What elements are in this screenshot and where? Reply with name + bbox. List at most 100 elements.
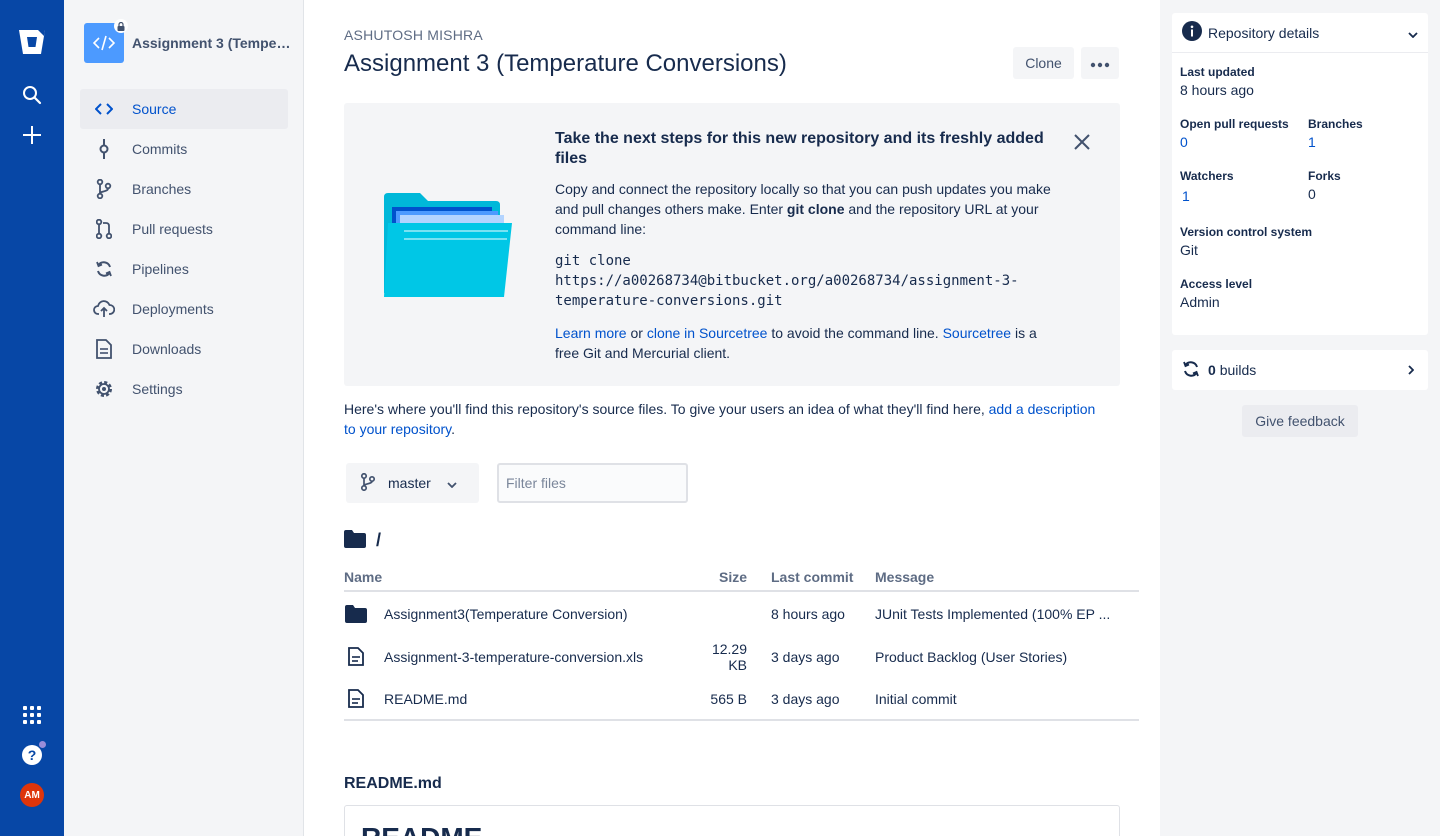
builds-icon bbox=[1182, 360, 1200, 381]
more-icon bbox=[1090, 55, 1110, 71]
app-switcher-icon[interactable] bbox=[16, 699, 48, 731]
banner-body: Copy and connect the repository locally … bbox=[555, 181, 1051, 237]
deployments-icon bbox=[92, 297, 116, 321]
open-prs-label: Open pull requests bbox=[1180, 117, 1289, 131]
repo-avatar bbox=[84, 19, 128, 63]
readme-heading: README bbox=[361, 822, 482, 836]
sidebar-nav: Source Commits Branches Pull requests Pi… bbox=[80, 89, 288, 409]
project-sidebar: Assignment 3 (Temperature Conversions) S… bbox=[64, 0, 304, 836]
vcs-value: Git bbox=[1180, 242, 1198, 258]
breadcrumb: / bbox=[344, 530, 381, 551]
more-actions-button[interactable] bbox=[1081, 47, 1119, 79]
details-toggle[interactable]: Repository details bbox=[1172, 13, 1428, 53]
file-table: Name Size Last commit Message Assignment… bbox=[344, 566, 1139, 721]
path-root[interactable]: / bbox=[376, 530, 381, 551]
readme-content: README bbox=[344, 805, 1120, 836]
sidebar-item-commits[interactable]: Commits bbox=[80, 129, 288, 169]
folder-illustration-icon bbox=[384, 193, 512, 300]
user-avatar[interactable]: AM bbox=[16, 779, 48, 811]
repository-details-panel: Repository details Last updated 8 hours … bbox=[1160, 0, 1440, 836]
repo-header[interactable]: Assignment 3 (Temperature Conversions) bbox=[84, 19, 292, 63]
file-last-commit: 3 days ago bbox=[771, 648, 840, 665]
watchers-label: Watchers bbox=[1180, 169, 1234, 183]
help-icon[interactable]: ? bbox=[16, 739, 48, 771]
details-title: Repository details bbox=[1208, 24, 1320, 41]
give-feedback-button[interactable]: Give feedback bbox=[1242, 405, 1358, 437]
table-row[interactable]: Assignment-3-temperature-conversion.xls … bbox=[344, 635, 1139, 678]
branches-label: Branches bbox=[1308, 117, 1363, 131]
file-icon bbox=[344, 647, 368, 666]
sourcetree-link[interactable]: Sourcetree bbox=[943, 325, 1011, 341]
notification-dot bbox=[39, 741, 46, 748]
col-name: Name bbox=[344, 569, 383, 585]
sidebar-item-label: Deployments bbox=[132, 301, 214, 317]
settings-icon bbox=[92, 377, 116, 401]
create-icon[interactable] bbox=[16, 119, 48, 151]
builds-card[interactable]: 0 builds bbox=[1172, 350, 1428, 390]
sidebar-item-source[interactable]: Source bbox=[80, 89, 288, 129]
banner-title: Take the next steps for this new reposit… bbox=[555, 130, 1044, 167]
table-row[interactable]: README.md 565 B 3 days ago Initial commi… bbox=[344, 678, 1139, 721]
page-title: Assignment 3 (Temperature Conversions) bbox=[344, 50, 787, 77]
last-updated-label: Last updated bbox=[1180, 65, 1255, 79]
pipelines-icon bbox=[92, 257, 116, 281]
file-name[interactable]: Assignment-3-temperature-conversion.xls bbox=[384, 649, 643, 665]
branch-icon bbox=[360, 472, 376, 494]
clone-command[interactable]: git clone https://a00268734@bitbucket.or… bbox=[555, 251, 1075, 311]
sidebar-item-label: Commits bbox=[132, 141, 188, 157]
col-message: Message bbox=[875, 569, 935, 585]
sidebar-item-label: Branches bbox=[132, 181, 192, 197]
sidebar-item-label: Pull requests bbox=[132, 221, 213, 237]
chevron-down-icon bbox=[447, 475, 457, 491]
folder-icon bbox=[344, 604, 368, 623]
sidebar-item-downloads[interactable]: Downloads bbox=[80, 329, 288, 369]
banner-footer: Learn more or clone in Sourcetree to avo… bbox=[555, 325, 1037, 361]
table-row[interactable]: Assignment3(Temperature Conversion) 8 ho… bbox=[344, 592, 1139, 635]
sidebar-item-label: Downloads bbox=[132, 341, 202, 357]
main-content: ASHUTOSH MISHRA Assignment 3 (Temperatur… bbox=[304, 0, 1160, 836]
commit-icon bbox=[92, 137, 116, 161]
repo-name: Assignment 3 (Temperature Conversions) bbox=[132, 35, 292, 51]
sidebar-item-pull-requests[interactable]: Pull requests bbox=[80, 209, 288, 249]
sidebar-item-label: Pipelines bbox=[132, 261, 189, 277]
open-prs-value[interactable]: 0 bbox=[1180, 134, 1188, 150]
sidebar-item-branches[interactable]: Branches bbox=[80, 169, 288, 209]
filter-files-input[interactable] bbox=[497, 463, 688, 503]
clone-in-sourcetree-link[interactable]: clone in Sourcetree bbox=[647, 325, 768, 341]
file-last-commit: 3 days ago bbox=[771, 690, 840, 707]
search-icon[interactable] bbox=[16, 79, 48, 111]
file-size: 565 B bbox=[710, 690, 747, 707]
svg-text:?: ? bbox=[28, 747, 37, 763]
col-size: Size bbox=[718, 569, 747, 585]
downloads-icon bbox=[92, 337, 116, 361]
learn-more-link[interactable]: Learn more bbox=[555, 325, 627, 341]
chevron-right-icon bbox=[1408, 362, 1415, 378]
last-updated-value: 8 hours ago bbox=[1180, 82, 1254, 98]
sidebar-item-settings[interactable]: Settings bbox=[80, 369, 288, 409]
branch-selector[interactable]: master bbox=[346, 463, 479, 503]
watchers-value[interactable]: 1 bbox=[1182, 188, 1190, 204]
file-last-commit: 8 hours ago bbox=[771, 605, 845, 622]
file-table-header: Name Size Last commit Message bbox=[344, 566, 1139, 592]
readme-title: README.md bbox=[344, 775, 442, 792]
sidebar-item-label: Source bbox=[132, 101, 177, 117]
repo-owner[interactable]: ASHUTOSH MISHRA bbox=[344, 27, 483, 43]
global-nav: ? AM bbox=[0, 0, 64, 836]
file-name[interactable]: Assignment3(Temperature Conversion) bbox=[384, 606, 628, 622]
sidebar-item-deployments[interactable]: Deployments bbox=[80, 289, 288, 329]
chevron-down-icon bbox=[1408, 25, 1418, 41]
details-card: Repository details Last updated 8 hours … bbox=[1172, 13, 1428, 335]
clone-button[interactable]: Clone bbox=[1013, 47, 1074, 79]
file-name[interactable]: README.md bbox=[384, 691, 467, 707]
access-level-label: Access level bbox=[1180, 277, 1253, 291]
branches-value[interactable]: 1 bbox=[1308, 134, 1316, 150]
file-message: JUnit Tests Implemented (100% EP ... bbox=[875, 605, 1111, 622]
branch-name: master bbox=[388, 475, 431, 491]
bitbucket-logo-icon[interactable] bbox=[16, 26, 48, 58]
lock-icon bbox=[114, 19, 128, 33]
access-level-value: Admin bbox=[1180, 294, 1220, 310]
close-banner-button[interactable] bbox=[1070, 131, 1094, 155]
sidebar-item-pipelines[interactable]: Pipelines bbox=[80, 249, 288, 289]
file-size: 12.29 KB bbox=[711, 640, 747, 673]
file-message: Initial commit bbox=[875, 690, 957, 707]
